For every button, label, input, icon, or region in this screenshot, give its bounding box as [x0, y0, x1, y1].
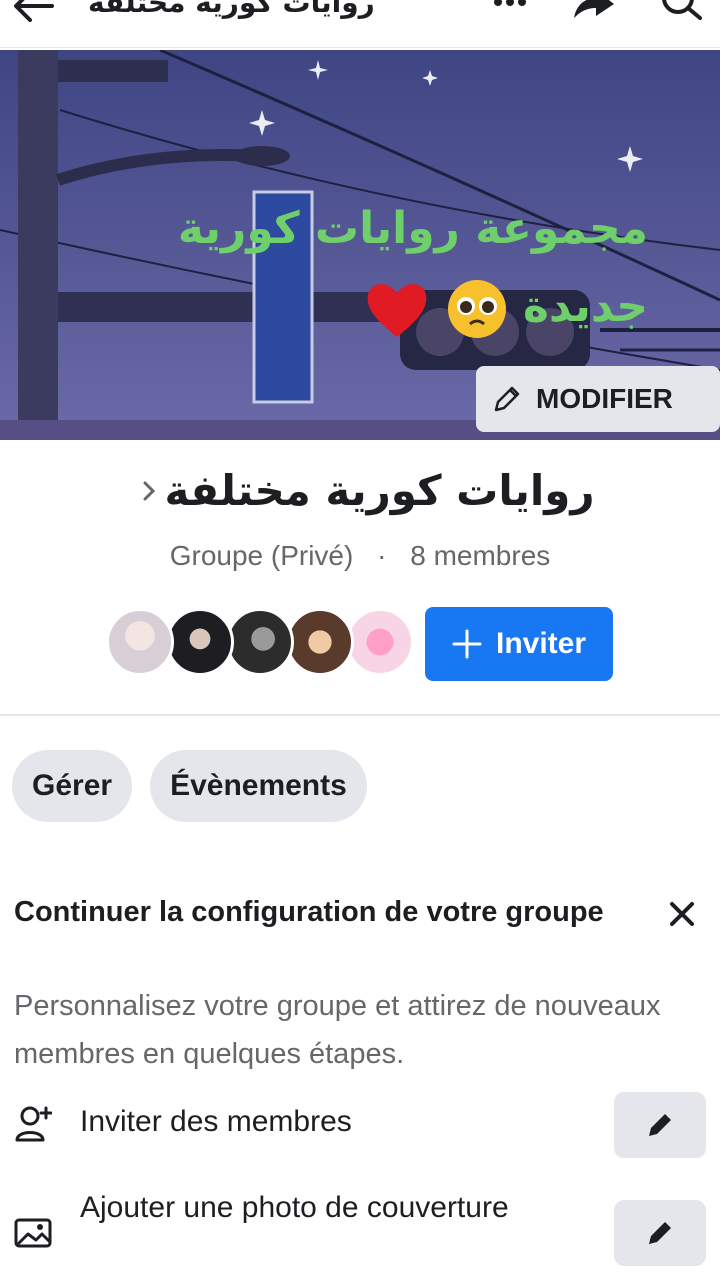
image-icon: [14, 1218, 52, 1248]
top-bar: روايات كورية مختلفة: [0, 0, 720, 48]
pleading-face-emoji: [447, 280, 506, 338]
plus-icon: [452, 629, 482, 659]
avatar[interactable]: [166, 608, 234, 676]
member-avatars[interactable]: [106, 608, 414, 678]
group-meta: Groupe (Privé) · 8 membres: [0, 540, 720, 572]
task-label: Ajouter une photo de couverture: [80, 1191, 509, 1224]
avatar[interactable]: [226, 608, 294, 676]
close-icon[interactable]: [664, 896, 700, 932]
modify-cover-label: MODIFIER: [536, 383, 673, 414]
pencil-icon: [649, 1222, 671, 1244]
group-member-count[interactable]: 8 membres: [410, 540, 550, 571]
cover-photo[interactable]: مجموعة روايات كورية جديدة MODIFIER: [0, 50, 720, 440]
divider: [0, 714, 720, 716]
share-icon[interactable]: [572, 0, 616, 20]
setup-description: Personnalisez votre groupe et attirez de…: [14, 990, 661, 1070]
edit-button[interactable]: [614, 1092, 706, 1158]
group-privacy: Groupe (Privé): [169, 540, 354, 571]
avatar[interactable]: [346, 608, 414, 676]
group-actions: Gérer Évènements: [12, 750, 367, 822]
task-invite-members[interactable]: Inviter des membres: [0, 1092, 720, 1162]
add-person-icon: [15, 1106, 52, 1142]
cover-caption-line2: جديدة: [522, 281, 648, 332]
task-add-cover-photo[interactable]: Ajouter une photo de couverture: [0, 1182, 720, 1280]
events-chip[interactable]: Évènements: [150, 750, 367, 822]
header-title: روايات كورية مختلفة: [88, 0, 375, 19]
task-label: Inviter des membres: [80, 1105, 352, 1138]
modify-cover-button[interactable]: MODIFIER: [476, 366, 720, 432]
cover-caption: مجموعة روايات كورية جديدة: [128, 190, 648, 346]
pencil-icon: [649, 1114, 671, 1136]
avatar[interactable]: [106, 608, 174, 676]
invite-label: Inviter: [495, 627, 587, 660]
pencil-icon: [494, 386, 520, 412]
meta-separator: ·: [377, 540, 387, 571]
chevron-right-icon: [143, 481, 156, 500]
cover-caption-line1: مجموعة روايات كورية: [177, 203, 648, 254]
invite-button[interactable]: Inviter: [425, 607, 613, 681]
avatar[interactable]: [286, 608, 354, 676]
group-name: روايات كورية مختلفة: [164, 466, 595, 515]
edit-button[interactable]: [614, 1200, 706, 1266]
more-icon[interactable]: [490, 0, 530, 16]
manage-chip[interactable]: Gérer: [12, 750, 133, 822]
back-arrow-icon[interactable]: [12, 0, 56, 26]
search-icon[interactable]: [660, 0, 704, 20]
group-name-row[interactable]: روايات كورية مختلفة: [0, 466, 720, 515]
red-heart-emoji: [368, 284, 427, 337]
setup-title: Continuer la configuration de votre grou…: [14, 896, 604, 928]
